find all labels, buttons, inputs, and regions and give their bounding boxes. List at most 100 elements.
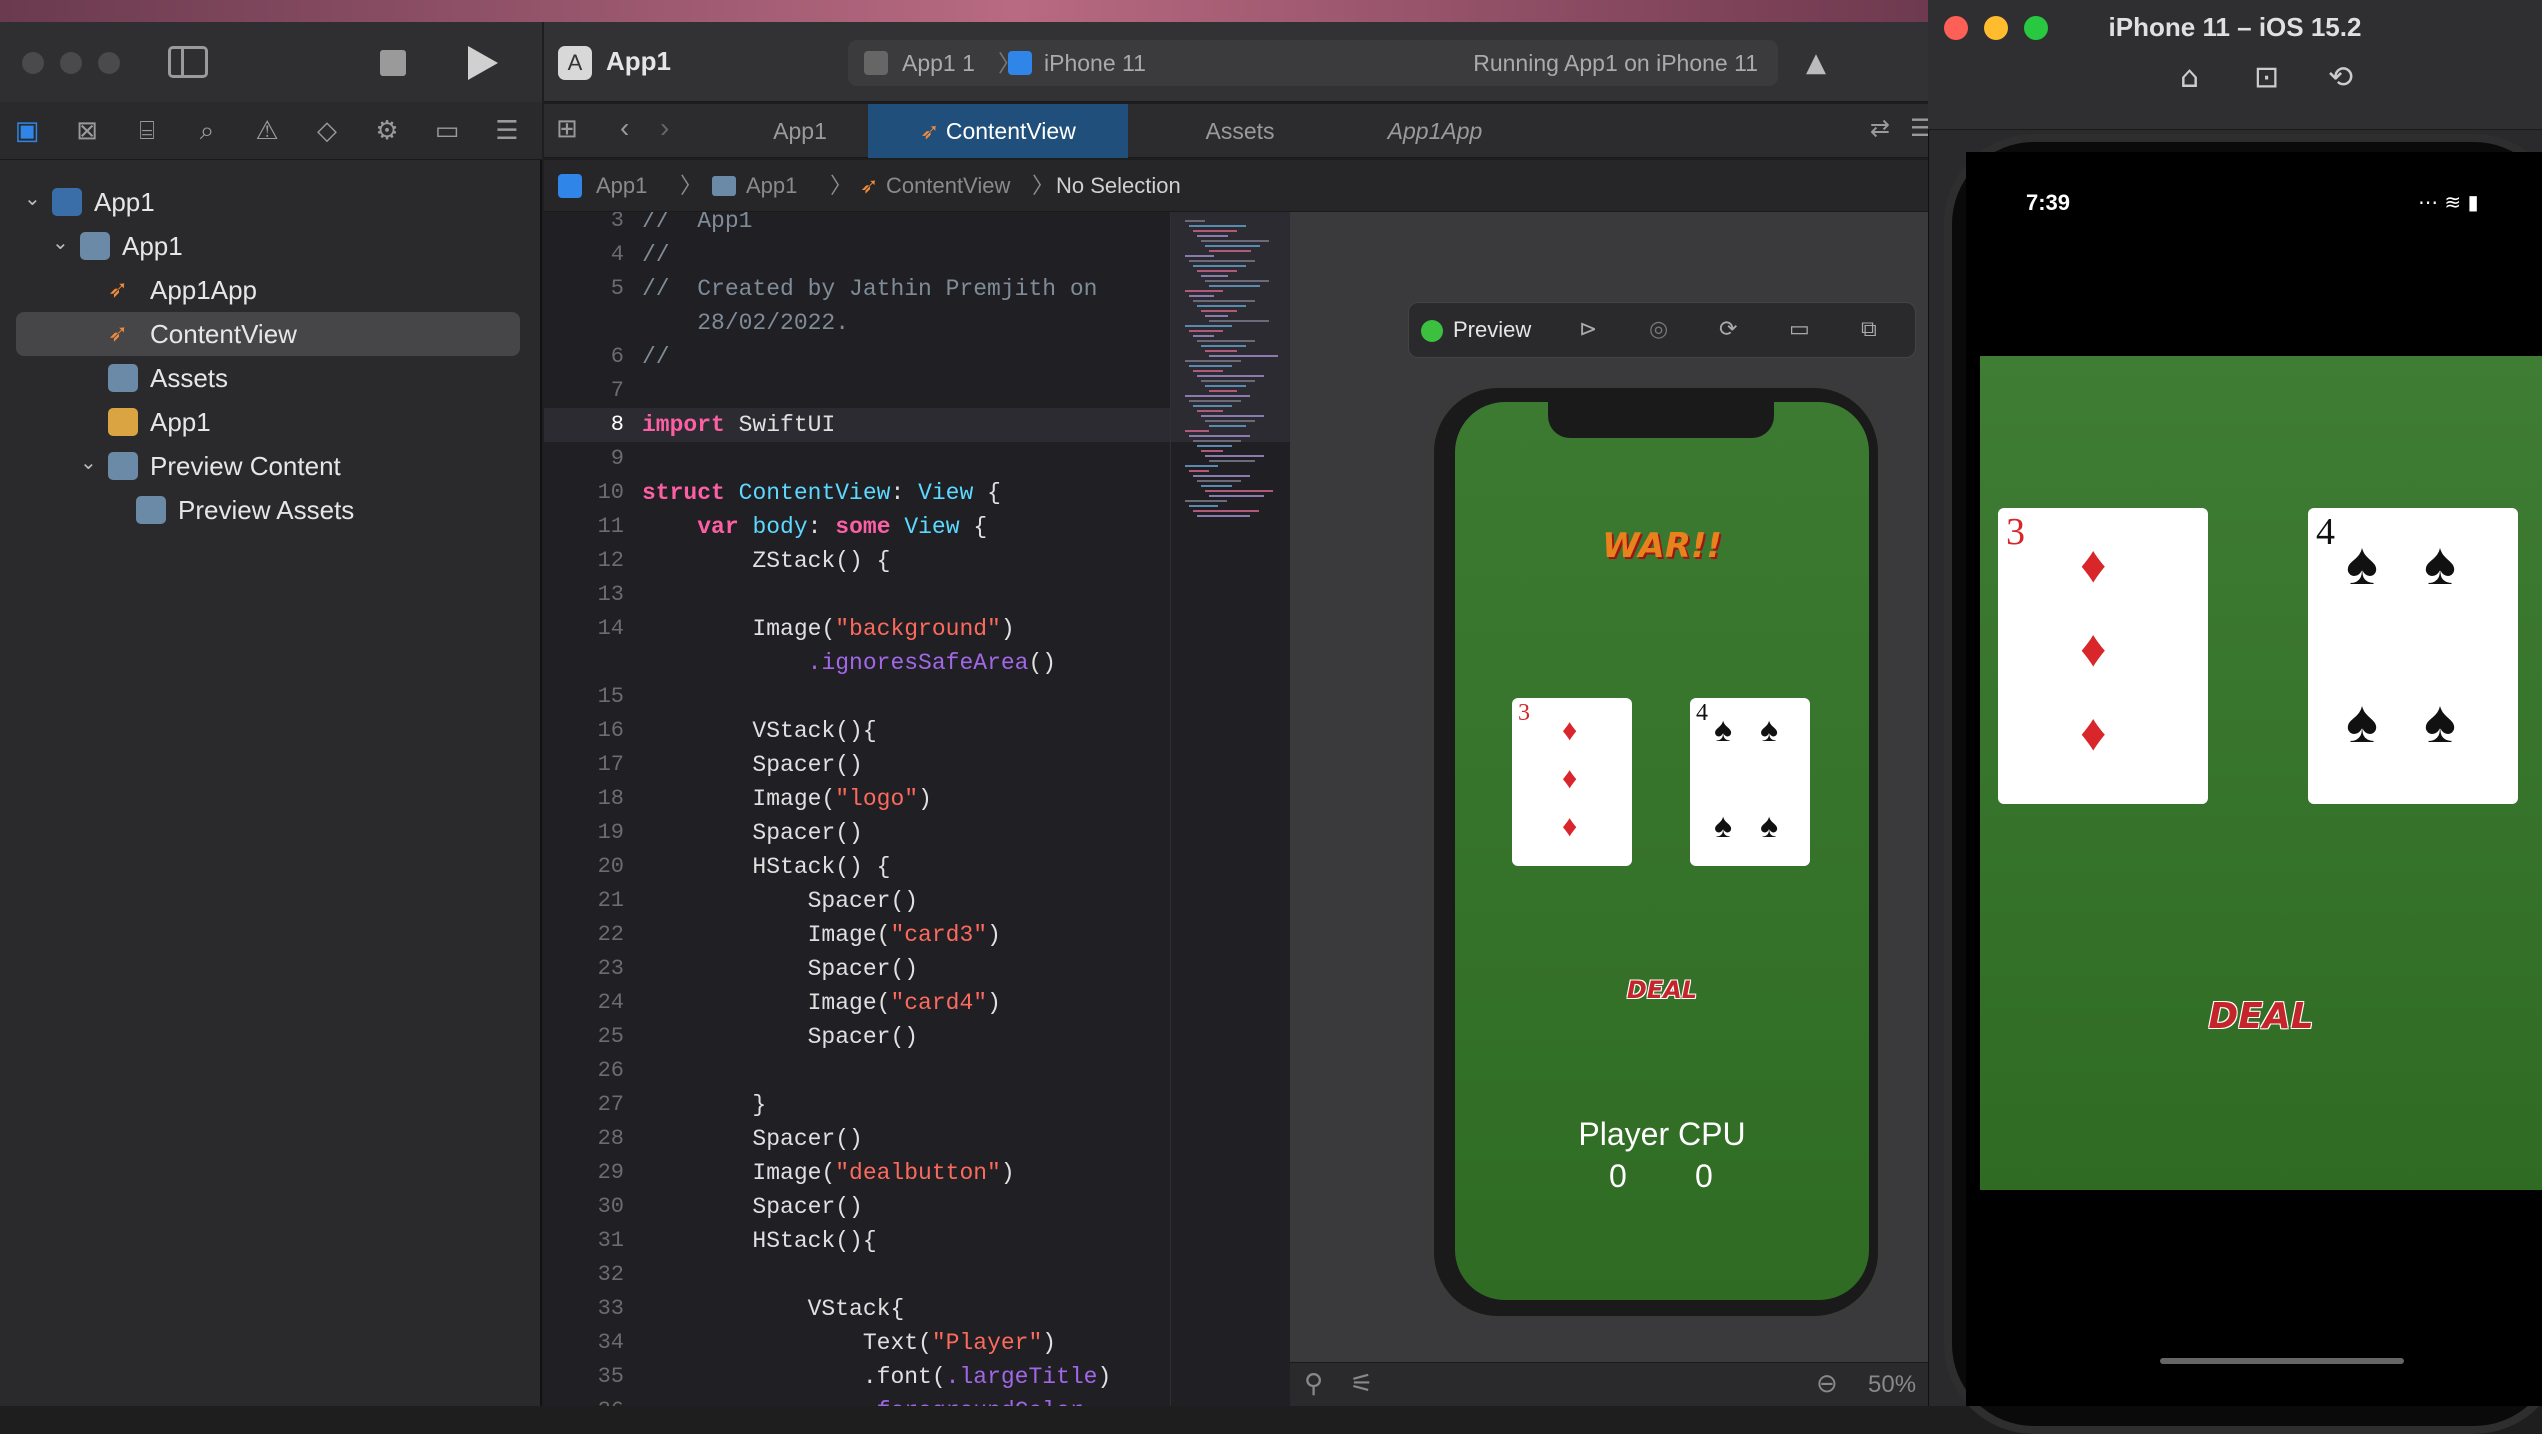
live-preview-icon[interactable]: ⊳ — [1579, 303, 1597, 357]
find-icon[interactable]: ⌕ — [190, 114, 224, 148]
folder-navigator-icon[interactable]: ▣ — [10, 114, 44, 148]
tab-contentview[interactable]: ➶ ContentView — [868, 104, 1128, 158]
scheme-name[interactable]: App1 1 — [902, 40, 975, 86]
code-text: Spacer() — [642, 956, 919, 982]
code-line[interactable]: 7 — [544, 374, 1170, 408]
code-line[interactable]: 27 } — [544, 1088, 1170, 1122]
code-line[interactable]: 13 — [544, 578, 1170, 612]
code-editor[interactable]: 3 // App1 4 // 5 // Created by Jathin Premjit… — [544, 212, 1170, 1406]
rotate-icon[interactable]: ⟳ — [1719, 303, 1737, 357]
zoom-out-icon[interactable]: ⊖ — [1816, 1369, 1838, 1399]
window-close-button[interactable] — [22, 52, 44, 74]
tree-item[interactable]: ➶ App1App — [0, 268, 542, 312]
code-line[interactable]: 23 Spacer() — [544, 952, 1170, 986]
code-line[interactable]: 31 HStack(){ — [544, 1224, 1170, 1258]
swap-icon[interactable]: ⇄ — [1870, 114, 1890, 142]
code-line[interactable]: .ignoresSafeArea() — [544, 646, 1170, 680]
grid-icon[interactable]: ⊞ — [556, 114, 578, 144]
window-zoom-button[interactable] — [98, 52, 120, 74]
code-line[interactable]: 17 Spacer() — [544, 748, 1170, 782]
home-icon[interactable]: ⌂ — [2180, 60, 2199, 95]
tree-item[interactable]: ⌄ Preview Content — [0, 444, 542, 488]
code-line[interactable]: 28 Spacer() — [544, 1122, 1170, 1156]
settings-icon[interactable]: ⚟ — [1350, 1369, 1373, 1399]
code-line[interactable]: 26 — [544, 1054, 1170, 1088]
code-line[interactable]: 14 Image("background") — [544, 612, 1170, 646]
home-indicator[interactable] — [2160, 1358, 2404, 1364]
back-icon[interactable]: ‹ — [620, 112, 629, 144]
code-line[interactable]: 22 Image("card3") — [544, 918, 1170, 952]
run-icon[interactable] — [468, 46, 498, 80]
stop-icon[interactable] — [380, 50, 406, 76]
code-line[interactable]: 8 import SwiftUI — [544, 408, 1170, 442]
code-line[interactable]: 4 // — [544, 238, 1170, 272]
breadcrumb-item[interactable]: ContentView — [886, 160, 1010, 212]
disclosure-icon[interactable]: ⌄ — [24, 176, 41, 220]
disclosure-icon[interactable]: ⌄ — [80, 440, 97, 484]
pin-icon[interactable]: ⚲ — [1304, 1369, 1323, 1399]
duplicate-icon[interactable]: ⧉ — [1861, 303, 1877, 357]
code-line[interactable]: 24 Image("card4") — [544, 986, 1170, 1020]
tab-app1[interactable]: App1 — [730, 104, 870, 158]
source-control-icon[interactable]: ⊠ — [70, 114, 104, 148]
debug-icon[interactable]: ⚙ — [370, 114, 404, 148]
test-icon[interactable]: ◇ — [310, 114, 344, 148]
code-line[interactable]: 20 HStack() { — [544, 850, 1170, 884]
device-settings-icon[interactable]: ▭ — [1789, 303, 1810, 357]
code-line[interactable]: 5 // Created by Jathin Premjith on — [544, 272, 1170, 306]
destination-name[interactable]: iPhone 11 — [1044, 40, 1146, 86]
code-line[interactable]: 32 — [544, 1258, 1170, 1292]
screenshot-icon[interactable]: ⊡ — [2254, 60, 2279, 95]
window-minimize-button[interactable] — [60, 52, 82, 74]
sidebar-toggle-icon[interactable] — [168, 46, 208, 78]
code-line[interactable]: 18 Image("logo") — [544, 782, 1170, 816]
code-line[interactable]: 29 Image("dealbutton") — [544, 1156, 1170, 1190]
inspect-icon[interactable]: ◎ — [1649, 303, 1668, 357]
code-line[interactable]: 25 Spacer() — [544, 1020, 1170, 1054]
code-line[interactable]: 16 VStack(){ — [544, 714, 1170, 748]
forward-icon[interactable]: › — [660, 112, 669, 144]
code-line[interactable]: 36 .foregroundColor — [544, 1394, 1170, 1406]
code-line[interactable]: 11 var body: some View { — [544, 510, 1170, 544]
code-line[interactable]: 28/02/2022. — [544, 306, 1170, 340]
code-line[interactable]: 9 — [544, 442, 1170, 476]
breadcrumb-item[interactable]: App1 — [596, 160, 647, 212]
deal-button[interactable]: DEAL — [1980, 996, 2542, 1037]
chevron-right-icon: 〉 — [1032, 173, 1055, 198]
symbol-navigator-icon[interactable]: ⌸ — [130, 114, 164, 148]
code-line[interactable]: 10 struct ContentView: View { — [544, 476, 1170, 510]
deal-button[interactable]: DEAL — [1455, 976, 1869, 1004]
minimap-line — [1193, 335, 1214, 337]
tree-item[interactable]: App1 — [0, 400, 542, 444]
breadcrumb-item[interactable]: App1 — [746, 160, 797, 212]
preview-label[interactable]: Preview — [1453, 303, 1531, 357]
zoom-level[interactable]: 50% — [1868, 1371, 1916, 1399]
rotate-icon[interactable]: ⟲ — [2328, 60, 2353, 95]
warning-icon[interactable]: ▲ — [1806, 48, 1826, 78]
code-line[interactable]: 6 // — [544, 340, 1170, 374]
tab-app1app[interactable]: App1App — [1350, 104, 1520, 158]
code-line[interactable]: 12 ZStack() { — [544, 544, 1170, 578]
breadcrumb-item[interactable]: No Selection — [1056, 160, 1181, 212]
code-line[interactable]: 15 — [544, 680, 1170, 714]
minimap[interactable] — [1170, 212, 1291, 1406]
tree-item[interactable]: ⌄ App1 — [0, 180, 542, 224]
tree-item[interactable]: ⌄ App1 — [0, 224, 542, 268]
tree-item[interactable]: ➶ ContentView — [16, 312, 520, 356]
tree-item[interactable]: Assets — [0, 356, 542, 400]
tree-item[interactable]: Preview Assets — [0, 488, 542, 532]
issue-icon[interactable]: ⚠ — [250, 114, 284, 148]
disclosure-icon[interactable]: ⌄ — [52, 220, 69, 264]
code-line[interactable]: 35 .font(.largeTitle) — [544, 1360, 1170, 1394]
scheme-status-bar[interactable]: App1 1 〉 iPhone 11 Running App1 on iPhon… — [848, 40, 1778, 86]
code-line[interactable]: 33 VStack{ — [544, 1292, 1170, 1326]
card-rank: 3 — [1518, 700, 1530, 726]
code-line[interactable]: 3 // App1 — [544, 212, 1170, 238]
code-line[interactable]: 34 Text("Player") — [544, 1326, 1170, 1360]
tab-assets[interactable]: Assets — [1160, 104, 1320, 158]
code-line[interactable]: 21 Spacer() — [544, 884, 1170, 918]
report-icon[interactable]: ☰ — [490, 114, 524, 148]
breakpoint-icon[interactable]: ▭ — [430, 114, 464, 148]
code-line[interactable]: 19 Spacer() — [544, 816, 1170, 850]
code-line[interactable]: 30 Spacer() — [544, 1190, 1170, 1224]
